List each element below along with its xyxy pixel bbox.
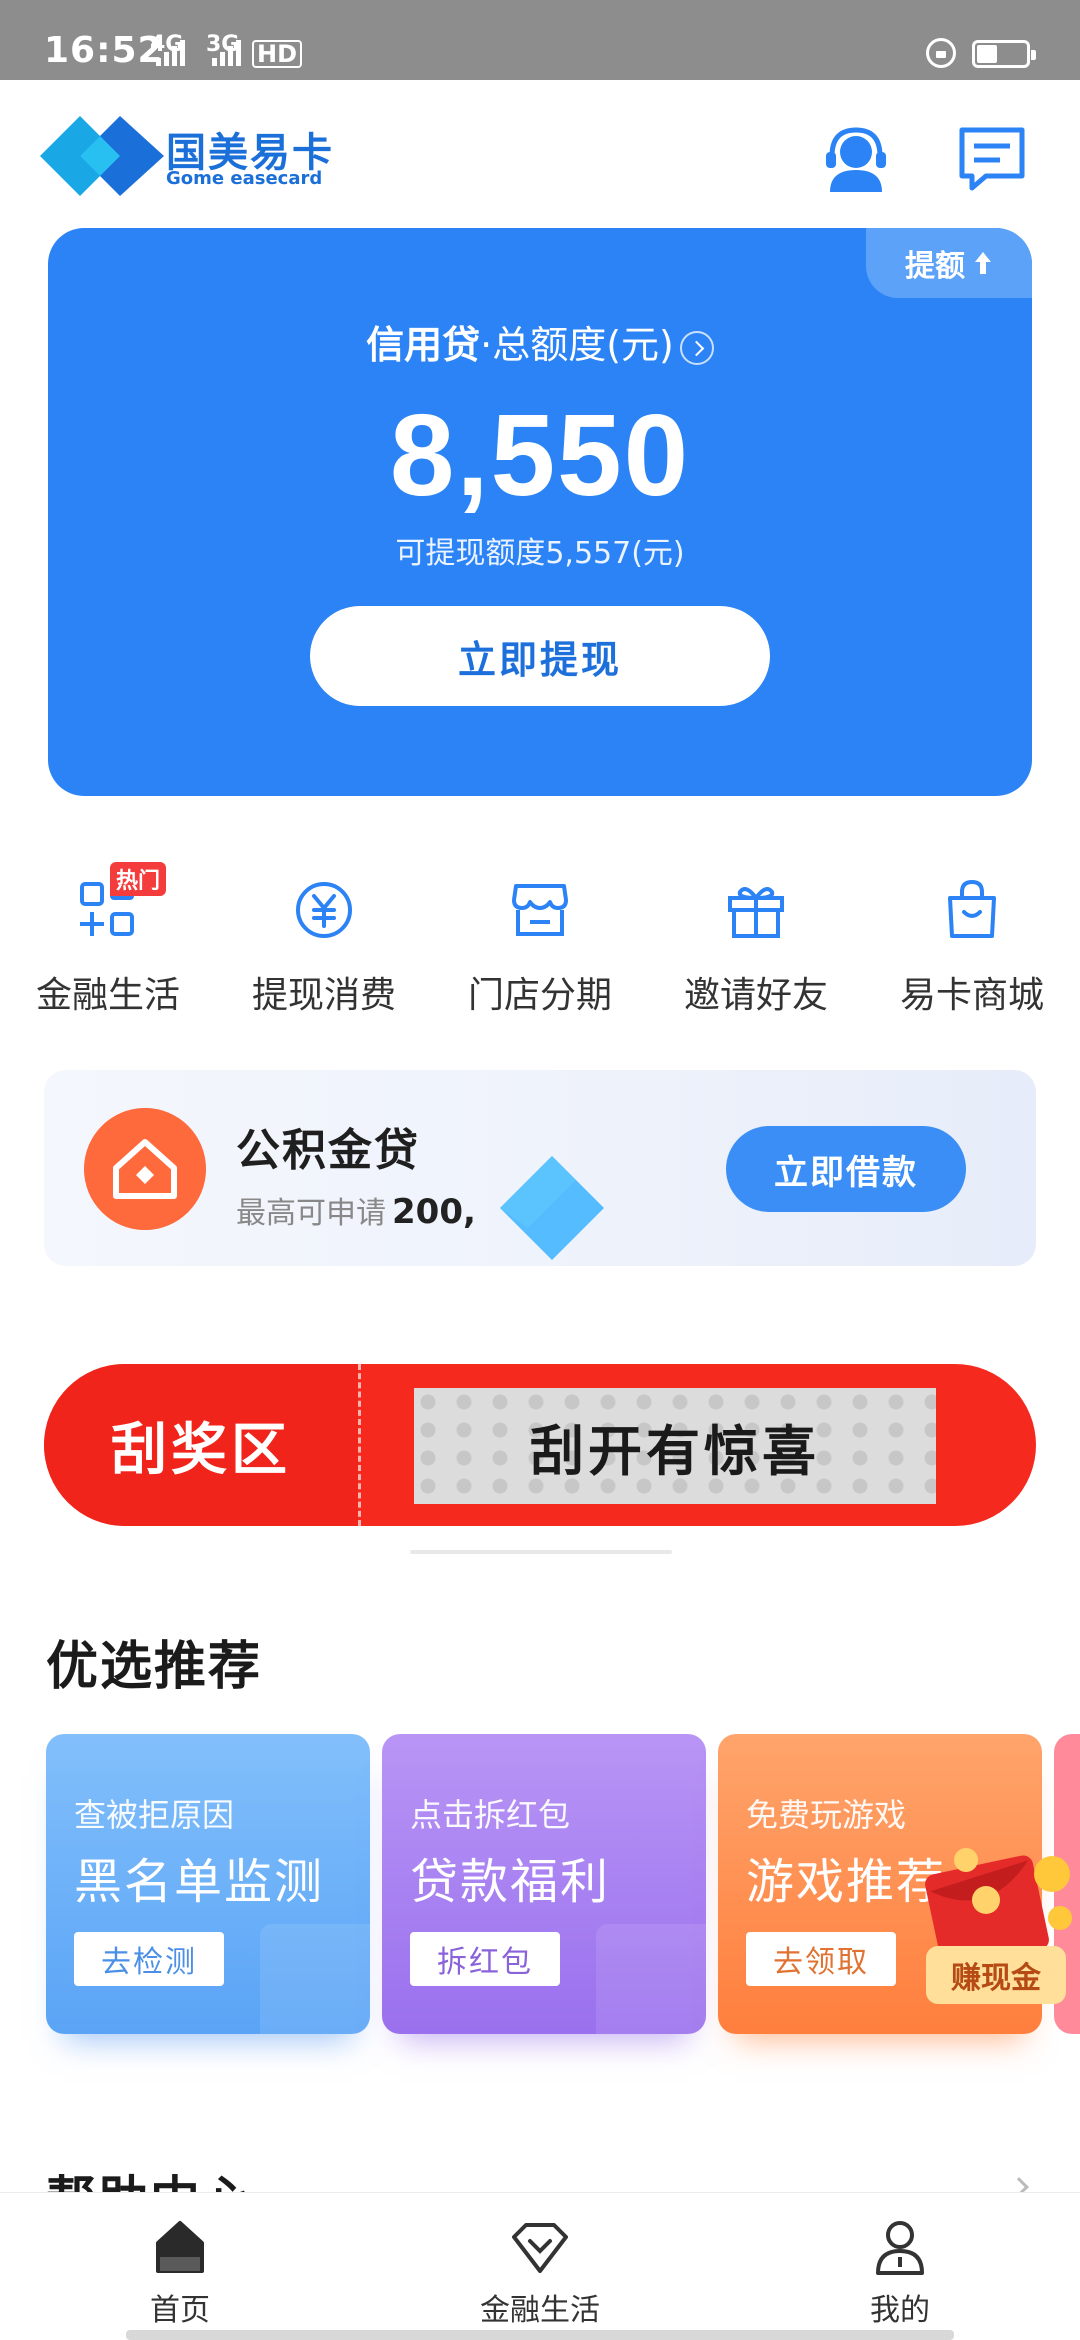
quick-nav: 热门 金融生活 提现消费 门店分期 邀请好友 易卡商城 [0, 862, 1080, 1022]
status-bar: 16:52 4G 3G HD [0, 0, 1080, 80]
withdraw-button[interactable]: 立即提现 [310, 606, 770, 706]
quick-nav-finance-life[interactable]: 热门 金融生活 [0, 862, 216, 1022]
store-icon [512, 884, 568, 936]
tab-label: 我的 [870, 2293, 930, 2328]
tab-label: 金融生活 [480, 2293, 600, 2328]
fund-loan-sub-prefix: 最高可申请 [236, 1196, 386, 1231]
tab-home[interactable]: 首页 [0, 2193, 360, 2340]
card-decoration [596, 1924, 706, 2034]
card-button[interactable]: 去领取 [746, 1932, 896, 1986]
yuan-coin-icon [296, 882, 352, 938]
house-icon [84, 1108, 206, 1230]
carousel-indicator [410, 1550, 672, 1554]
scratch-card-banner[interactable]: 刮奖区 刮开有惊喜 [44, 1364, 1036, 1526]
credit-title-bold: 信用贷 [366, 323, 481, 367]
recommend-card-blacklist[interactable]: 查被拒原因 黑名单监测 去检测 [46, 1734, 370, 2034]
gift-icon [728, 887, 784, 938]
arrow-up-icon [975, 252, 991, 274]
gesture-bar [126, 2330, 954, 2340]
credit-limit-card: 提额 信用贷·总额度(元) 8,550 可提现额度5,557(元) 立即提现 [48, 228, 1032, 796]
quick-nav-label: 提现消费 [251, 975, 396, 1016]
borrow-now-button[interactable]: 立即借款 [726, 1126, 966, 1212]
user-icon [876, 2221, 924, 2275]
raise-limit-button[interactable]: 提额 [866, 228, 1032, 298]
tab-finance-life[interactable]: 金融生活 [360, 2193, 720, 2340]
signal-icon [156, 40, 185, 66]
logo-icon [40, 116, 164, 196]
recommend-card-red-packet[interactable]: 点击拆红包 贷款福利 拆红包 [382, 1734, 706, 2034]
credit-amount: 8,550 [389, 390, 691, 520]
home-icon [156, 2221, 204, 2273]
customer-service-icon[interactable] [818, 122, 894, 198]
fund-loan-subtitle: 最高可申请 200, [236, 1188, 476, 1232]
card-button[interactable]: 拆红包 [410, 1932, 560, 1986]
quick-nav-store-installment[interactable]: 门店分期 [432, 862, 648, 1022]
quick-nav-withdraw[interactable]: 提现消费 [216, 862, 432, 1022]
help-center-title: 帮助中心 [46, 2160, 254, 2192]
credit-title-rest: ·总额度(元) [480, 323, 674, 367]
scratch-zone-label: 刮奖区 [44, 1364, 358, 1526]
rotation-lock-icon [926, 38, 956, 68]
hd-badge: HD [252, 40, 303, 68]
recommend-section-title: 优选推荐 [46, 1637, 263, 1697]
card-subtitle: 免费玩游戏 [746, 1796, 907, 1834]
fund-loan-amount: 200, [392, 1192, 476, 1232]
tab-label: 首页 [150, 2293, 210, 2328]
diamond-icon [512, 2223, 568, 2273]
card-title: 贷款福利 [410, 1854, 611, 1910]
available-amount: 可提现额度5,557(元) [395, 536, 685, 571]
hot-badge: 热门 [110, 862, 167, 896]
bottom-nav: 首页 金融生活 我的 [0, 2192, 1080, 2340]
message-icon[interactable] [956, 124, 1028, 194]
quick-nav-mall[interactable]: 易卡商城 [864, 862, 1080, 1022]
card-subtitle: 查被拒原因 [74, 1796, 235, 1834]
quick-nav-label: 易卡商城 [899, 975, 1044, 1016]
raise-limit-label: 提额 [905, 249, 965, 284]
housing-fund-loan-card[interactable]: 公积金贷 最高可申请 200, 立即借款 [44, 1070, 1036, 1266]
logo-subtext: Gome easecard [166, 168, 323, 189]
status-time: 16:52 [44, 30, 164, 71]
card-title: 黑名单监测 [74, 1854, 325, 1910]
quick-nav-label: 金融生活 [35, 975, 180, 1016]
card-subtitle: 点击拆红包 [410, 1796, 571, 1834]
dashed-divider [358, 1364, 361, 1526]
quick-nav-invite[interactable]: 邀请好友 [648, 862, 864, 1022]
app-header: 国美易卡 Gome easecard [0, 80, 1080, 220]
tab-mine[interactable]: 我的 [720, 2193, 1080, 2340]
fund-loan-title: 公积金贷 [236, 1125, 420, 1176]
credit-title[interactable]: 信用贷·总额度(元) [48, 314, 1032, 369]
earn-cash-badge[interactable]: 赚现金 [926, 1946, 1066, 2004]
chevron-right-icon[interactable] [679, 330, 714, 365]
quick-nav-label: 邀请好友 [683, 975, 828, 1016]
battery-icon [972, 40, 1036, 68]
scratch-area[interactable]: 刮开有惊喜 [414, 1388, 936, 1504]
card-button[interactable]: 去检测 [74, 1932, 224, 1986]
shopping-bag-icon [948, 879, 996, 938]
quick-nav-label: 门店分期 [467, 975, 612, 1016]
signal-icon [212, 40, 241, 66]
diamond-decor-icon [500, 1156, 604, 1260]
card-decoration [260, 1924, 370, 2034]
